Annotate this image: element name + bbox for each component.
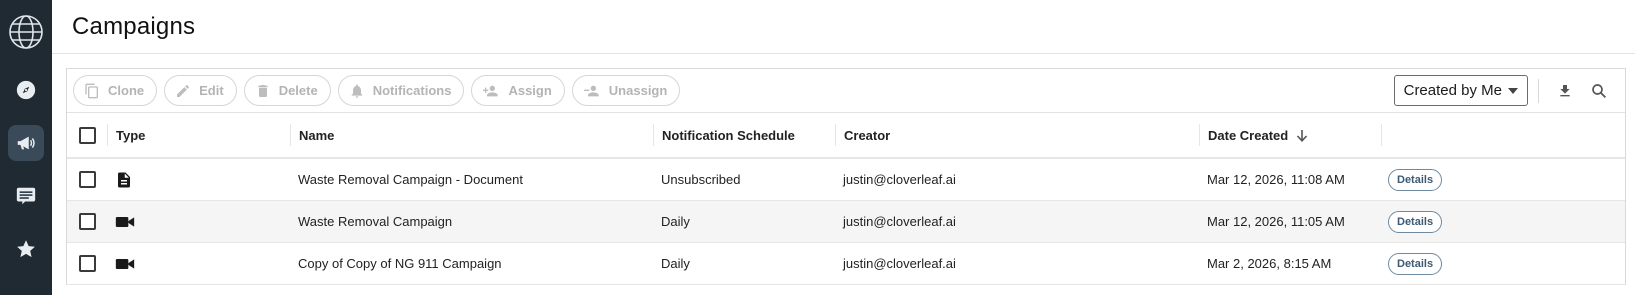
actions-cell: Details [1381,168,1625,191]
video-icon [115,216,135,227]
assign-button[interactable]: Assign [471,75,565,106]
column-header-actions [1381,124,1625,146]
notifications-label: Notifications [372,83,452,98]
details-button[interactable]: Details [1388,210,1443,233]
sidebar [0,0,52,295]
video-icon [115,258,135,269]
details-button[interactable]: Details [1388,252,1443,275]
globe-logo-icon[interactable] [6,12,46,52]
column-header-date-created[interactable]: Date Created [1199,124,1381,146]
trash-icon [258,84,268,97]
column-header-name[interactable]: Name [290,124,653,146]
copy-icon [85,83,98,98]
compass-icon [16,80,36,100]
pencil-icon [177,84,190,97]
type-cell [107,256,290,272]
clone-label: Clone [108,83,145,98]
schedule-cell: Unsubscribed [661,172,741,187]
column-header-type[interactable]: Type [107,124,290,146]
delete-button[interactable]: Delete [243,75,331,106]
message-board-icon [16,187,36,205]
row-select-cell [67,255,107,272]
date-created-label: Date Created [1208,127,1289,143]
select-all-checkbox[interactable] [78,126,96,144]
notifications-button[interactable]: Notifications [337,75,465,106]
sidebar-item-favorites[interactable] [8,231,44,267]
details-button[interactable]: Details [1388,168,1443,191]
schedule-cell: Daily [661,214,690,229]
bell-icon [351,84,363,98]
table-row[interactable]: Waste Removal Campaign - Document Unsubs… [67,159,1625,201]
clone-button[interactable]: Clone [73,75,158,106]
created-by-filter-select[interactable]: Created by Me [1393,75,1528,106]
creator-cell: justin@cloverleaf.ai [843,256,956,271]
megaphone-icon [17,136,35,150]
type-cell [107,170,290,190]
download-button[interactable] [1551,77,1579,105]
table-row[interactable]: Copy of Copy of NG 911 Campaign Daily ju… [67,243,1625,285]
name-cell: Waste Removal Campaign - Document [298,172,523,187]
search-icon [1592,83,1607,98]
row-checkbox[interactable] [78,171,96,188]
edit-button[interactable]: Edit [164,75,237,106]
main-area: Campaigns Clone Edit Delete Notification… [52,0,1635,295]
sidebar-item-campaigns[interactable] [8,125,44,161]
date-cell: Mar 12, 2026, 11:08 AM [1207,172,1345,187]
select-all-cell [67,126,107,144]
filter-value: Created by Me [1403,82,1502,99]
type-cell [107,214,290,230]
row-checkbox[interactable] [78,213,96,230]
content: Clone Edit Delete Notifications Assign U… [52,54,1635,285]
delete-label: Delete [278,83,318,98]
column-header-notification-schedule[interactable]: Notification Schedule [653,124,835,146]
toolbar: Clone Edit Delete Notifications Assign U… [67,69,1625,113]
sidebar-item-explore[interactable] [8,72,44,108]
name-cell: Copy of Copy of NG 911 Campaign [298,256,502,271]
row-select-cell [67,213,107,230]
caret-down-icon [1508,87,1518,94]
date-cell: Mar 12, 2026, 11:05 AM [1207,214,1345,229]
creator-cell: justin@cloverleaf.ai [843,172,956,187]
campaigns-panel: Clone Edit Delete Notifications Assign U… [66,68,1626,285]
page-header: Campaigns [52,0,1635,54]
sort-arrow-down-icon[interactable] [1296,129,1308,142]
app-root: Campaigns Clone Edit Delete Notification… [0,0,1635,295]
row-checkbox[interactable] [78,255,96,272]
person-add-icon [483,85,499,96]
toolbar-divider [1538,78,1539,103]
schedule-cell: Daily [661,256,690,271]
column-header-creator[interactable]: Creator [835,124,1199,146]
date-cell: Mar 2, 2026, 8:15 AM [1207,256,1332,271]
actions-cell: Details [1381,210,1625,233]
name-cell: Waste Removal Campaign [298,214,453,229]
table-row[interactable]: Waste Removal Campaign Daily justin@clov… [67,201,1625,243]
unassign-label: Unassign [608,83,668,98]
creator-cell: justin@cloverleaf.ai [843,214,956,229]
assign-label: Assign [508,83,552,98]
download-icon [1560,84,1570,96]
sidebar-item-messages[interactable] [8,178,44,214]
row-select-cell [67,171,107,188]
table-header: Type Name Notification Schedule Creator … [67,113,1625,159]
edit-label: Edit [199,83,224,98]
unassign-button[interactable]: Unassign [571,75,681,106]
page-title: Campaigns [72,12,196,40]
document-icon [118,172,130,187]
star-icon [17,240,35,258]
person-remove-icon [583,85,599,96]
search-button[interactable] [1585,77,1613,105]
actions-cell: Details [1381,252,1625,275]
